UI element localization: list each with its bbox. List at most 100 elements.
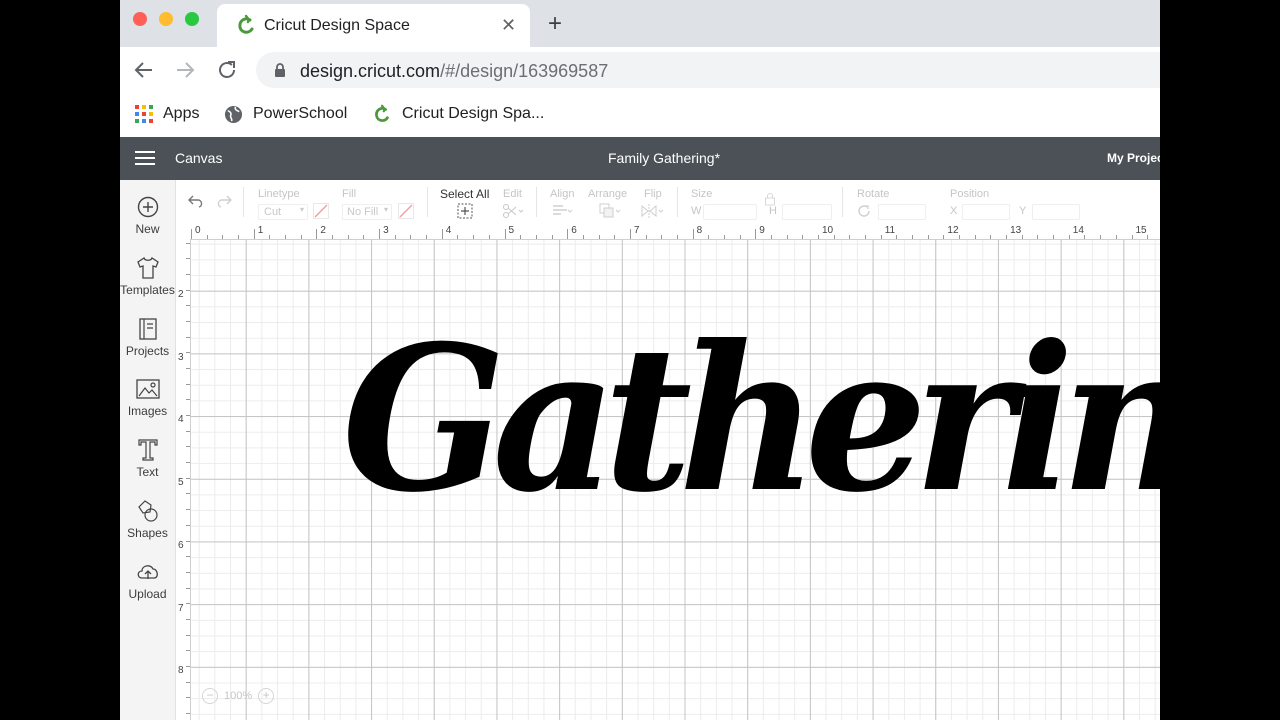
ruler-top-number: 6 xyxy=(571,225,577,236)
ruler-tick xyxy=(818,235,819,239)
position-y-input[interactable] xyxy=(1032,204,1080,220)
ruler-tick xyxy=(186,681,190,683)
zoom-out-button[interactable]: − xyxy=(202,688,218,704)
new-tab-button[interactable]: + xyxy=(548,12,562,36)
ruler-tick xyxy=(186,274,190,276)
zoom-in-button[interactable]: + xyxy=(258,688,275,704)
sidebar-item-shapes[interactable]: Shapes xyxy=(120,498,175,540)
lock-ratio-icon[interactable] xyxy=(764,192,776,206)
close-window-button[interactable] xyxy=(133,12,147,26)
sidebar-item-projects[interactable]: Projects xyxy=(120,316,175,358)
ruler-tick xyxy=(186,321,190,323)
back-arrow-icon[interactable] xyxy=(132,58,156,82)
bookmark-powerschool[interactable]: PowerSchool xyxy=(224,103,347,125)
linetype-label: Linetype xyxy=(258,188,300,200)
ruler-tick xyxy=(186,399,190,401)
ruler-tick xyxy=(1115,235,1117,239)
my-projects-button[interactable]: My Projects xyxy=(1107,151,1160,165)
sidebar-item-upload[interactable]: Upload xyxy=(120,559,175,601)
ruler-tick xyxy=(990,235,992,239)
ruler-tick xyxy=(300,235,302,239)
ruler-left-number: 4 xyxy=(178,414,184,426)
ruler-tick xyxy=(755,229,757,239)
ruler-tick xyxy=(206,235,208,239)
ruler-top-number: 2 xyxy=(320,225,326,236)
address-bar[interactable]: design.cricut.com/#/design/163969587 xyxy=(256,52,1160,88)
bookmark-cricut[interactable]: Cricut Design Spa... xyxy=(372,103,544,125)
edit-scissors-icon[interactable] xyxy=(502,203,524,219)
ruler-top-number: 9 xyxy=(759,225,765,236)
ruler-tick xyxy=(1131,235,1133,239)
ruler-tick xyxy=(1100,235,1102,239)
sidebar-item-label: Upload xyxy=(128,587,167,601)
arrange-icon[interactable] xyxy=(599,203,623,219)
ruler-tick xyxy=(186,446,190,448)
undo-icon[interactable] xyxy=(187,193,205,209)
ruler-left-number: 2 xyxy=(178,289,184,300)
linetype-color-swatch[interactable] xyxy=(313,203,329,219)
ruler-tick xyxy=(186,289,190,291)
image-icon xyxy=(135,379,160,399)
ruler-tick xyxy=(1053,235,1055,239)
sidebar-item-label: Images xyxy=(127,404,168,418)
ruler-tick xyxy=(186,305,190,307)
ruler-tick xyxy=(186,415,190,417)
ruler-tick xyxy=(347,235,349,239)
ruler-tick xyxy=(786,235,788,239)
bookmarks-bar: Apps PowerSchool Cricut Design Spa... xyxy=(120,93,1160,138)
tshirt-icon xyxy=(136,256,159,279)
zoom-control: − 100% + xyxy=(202,686,275,706)
project-title[interactable]: Family Gathering* xyxy=(608,150,720,166)
ruler-tick xyxy=(974,235,976,239)
height-input[interactable] xyxy=(782,204,832,220)
ruler-tick xyxy=(567,229,569,239)
close-tab-icon[interactable]: ✕ xyxy=(501,15,516,35)
ruler-tick xyxy=(629,229,631,239)
position-x-input[interactable] xyxy=(962,204,1010,220)
sidebar-item-templates[interactable]: Templates xyxy=(120,255,175,297)
forward-arrow-icon[interactable] xyxy=(173,58,197,82)
ruler-left-number: 6 xyxy=(178,539,184,551)
ruler-tick xyxy=(186,571,190,573)
ruler-tick xyxy=(739,235,741,239)
ruler-tick xyxy=(488,235,490,239)
canvas-label: Canvas xyxy=(175,150,223,166)
sidebar-item-images[interactable]: Images xyxy=(120,376,175,418)
ruler-tick xyxy=(645,235,647,239)
design-text-layer[interactable]: Gathering xyxy=(342,300,1160,540)
menu-icon[interactable] xyxy=(135,151,155,166)
ruler-tick xyxy=(186,509,190,511)
fill-select[interactable]: No Fill ▾ xyxy=(342,204,392,220)
browser-tab[interactable]: Cricut Design Space ✕ xyxy=(217,4,530,47)
ruler-tick xyxy=(849,235,851,239)
ruler-top-number: 11 xyxy=(884,225,896,236)
ruler-corner xyxy=(176,225,190,239)
width-input[interactable] xyxy=(703,204,757,220)
ruler-tick xyxy=(186,540,190,542)
ruler-tick xyxy=(520,235,522,239)
select-all-icon[interactable] xyxy=(457,203,473,219)
align-icon[interactable] xyxy=(552,204,574,218)
position-label: Position xyxy=(950,188,990,200)
app-header: Canvas Family Gathering* My Projects xyxy=(120,137,1160,180)
bookmark-apps[interactable]: Apps xyxy=(135,103,199,125)
linetype-select[interactable]: Cut ▾ xyxy=(258,204,308,220)
ruler-top-number: 14 xyxy=(1072,225,1084,236)
minimize-window-button[interactable] xyxy=(159,12,173,26)
reload-icon[interactable] xyxy=(215,58,239,82)
ruler-tick xyxy=(959,235,961,239)
rotate-input[interactable] xyxy=(878,204,926,220)
maximize-window-button[interactable] xyxy=(185,12,199,26)
ruler-tick xyxy=(614,235,616,239)
sidebar-item-new[interactable]: New xyxy=(120,194,175,236)
ruler-tick xyxy=(723,235,725,239)
url-path: /#/design/163969587 xyxy=(440,61,609,81)
chevron-down-icon: ▾ xyxy=(383,205,388,214)
select-all-label: Select All xyxy=(440,187,490,201)
flip-icon[interactable] xyxy=(641,203,665,219)
ruler-tick xyxy=(269,235,271,239)
sidebar-item-text[interactable]: Text xyxy=(120,437,175,479)
fill-color-swatch[interactable] xyxy=(398,203,414,219)
redo-icon[interactable] xyxy=(215,193,233,209)
ruler-tick xyxy=(186,258,190,260)
